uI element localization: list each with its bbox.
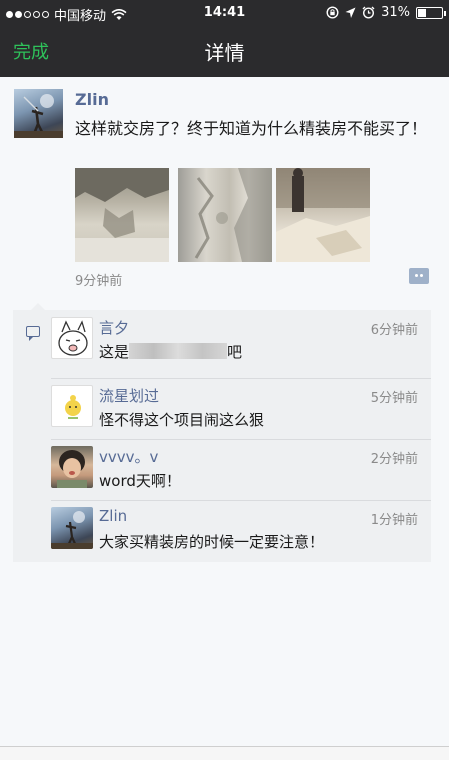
comment-text: 大家买精装房的时候一定要注意！ [99,533,325,551]
commenter-avatar[interactable] [51,317,93,359]
comment-timestamp: 2分钟前 [370,452,418,467]
comment-item[interactable]: vvvv。v 2分钟前 word天啊！ [51,439,431,500]
post-author-name[interactable]: Zlin [75,90,109,109]
commenter-name[interactable]: 流星划过 [99,385,159,406]
post-timestamp: 9分钟前 [75,274,123,289]
commenter-name[interactable]: vvvv。v [99,446,158,467]
status-bar: 中国移动 14:41 31% [0,0,449,26]
nav-bar: 完成 详情 [0,26,449,77]
post-image[interactable] [178,168,272,262]
commenter-name[interactable]: 言夕 [99,317,129,338]
page-title: 详情 [204,41,245,65]
bottom-toolbar-edge [0,746,449,760]
cartoon-face-avatar [58,320,88,356]
comment-item[interactable]: 流星划过 5分钟前 怪不得这个项目闹这么狠 [51,378,431,439]
location-arrow-icon [345,7,356,18]
photo-ceiling-damage [75,168,169,262]
post-author-avatar[interactable] [14,89,63,138]
rotation-lock-icon [326,6,339,19]
alarm-clock-icon [362,6,375,19]
comment-bubble-icon [26,326,40,341]
child-photo-avatar [57,450,87,488]
commenter-avatar[interactable] [51,507,93,549]
comment-timestamp: 1分钟前 [370,513,418,528]
comment-item[interactable]: 言夕 6分钟前 这是吧 [51,310,431,371]
star-character-avatar [65,395,81,419]
post-image[interactable] [75,168,169,262]
comment-menu-icon[interactable] [409,268,429,284]
comment-timestamp: 5分钟前 [370,391,418,406]
redacted-text [129,343,228,359]
photo-room-debris [276,168,370,262]
battery-percent: 31% [381,5,410,20]
comment-item[interactable]: Zlin 1分钟前 大家买精装房的时候一定要注意！ [51,500,431,561]
top-bar: 中国移动 14:41 31% 完成 详情 [0,0,449,77]
commenter-avatar[interactable] [51,385,93,427]
avatar-illustration [51,511,93,549]
comment-text: word天啊！ [99,472,181,490]
comment-timestamp: 6分钟前 [370,323,418,338]
comment-text: 怪不得这个项目闹这么狠 [99,411,265,429]
photo-peeling-wall [194,168,272,262]
post-text: 这样就交房了？终于知道为什么精装房不能买了！ [75,119,428,138]
comment-text: 这是吧 [99,343,243,361]
commenter-name[interactable]: Zlin [99,507,127,525]
battery-icon [416,6,446,19]
post-image[interactable] [276,168,370,262]
status-right-group: 31% [326,5,446,20]
comments-panel: 言夕 6分钟前 这是吧 流星划过 5分钟前 怪不得这个项目闹这么狠 vvvv。v… [13,303,431,562]
commenter-avatar[interactable] [51,446,93,488]
avatar-illustration [14,94,63,138]
